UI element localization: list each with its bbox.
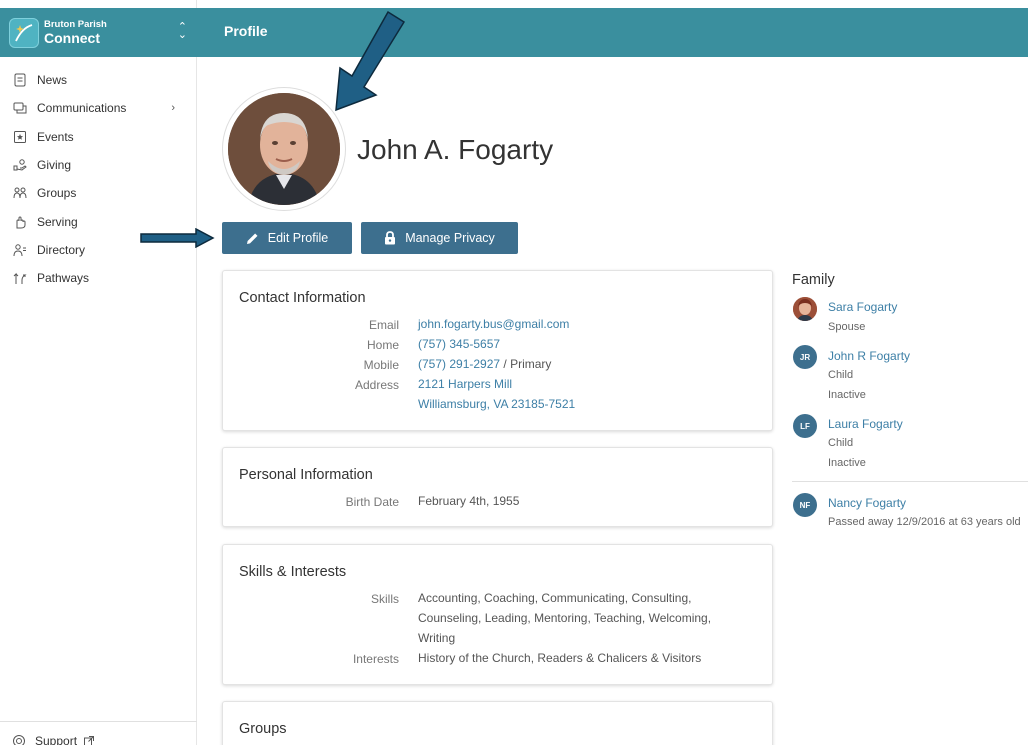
- family-member-status: Inactive: [828, 389, 866, 401]
- serving-icon: [12, 214, 28, 230]
- mobile-phone-row: (757) 291-2927 / Primary: [418, 354, 738, 374]
- sidebar-item-groups[interactable]: Groups: [0, 179, 197, 207]
- family-member-name[interactable]: John R Fogarty: [828, 349, 910, 363]
- home-phone-label: Home: [366, 338, 399, 352]
- family-member-name[interactable]: Sara Fogarty: [828, 300, 897, 314]
- family-title: Family: [792, 272, 835, 288]
- support-label: Support: [35, 734, 78, 745]
- lock-icon: [384, 231, 396, 245]
- sidebar: Bruton Parish Connect ⌃ ⌄ News Communicat…: [0, 0, 197, 745]
- sidebar-item-pathways[interactable]: Pathways: [0, 264, 197, 292]
- annotation-arrow-edit: [140, 228, 215, 248]
- email-link[interactable]: john.fogarty.bus@gmail.com: [418, 314, 569, 334]
- sidebar-item-label: Events: [37, 129, 74, 144]
- giving-icon: [12, 157, 28, 173]
- pencil-icon: [246, 232, 259, 245]
- family-member-name[interactable]: Nancy Fogarty: [828, 496, 906, 510]
- pathways-icon: [12, 270, 28, 286]
- family-avatar: LF: [793, 414, 817, 438]
- mobile-primary-text: / Primary: [500, 357, 552, 371]
- manage-privacy-label: Manage Privacy: [405, 231, 495, 245]
- news-icon: [12, 72, 28, 88]
- chevron-updown-icon[interactable]: ⌃ ⌄: [178, 22, 187, 41]
- card-title: Groups: [239, 721, 287, 737]
- sidebar-item-giving[interactable]: Giving: [0, 151, 197, 179]
- support-link[interactable]: Support: [12, 734, 95, 745]
- family-member-relation: Child: [828, 437, 854, 449]
- family-member-relation: Child: [828, 369, 854, 381]
- contact-information-card: Contact Information Email john.fogarty.b…: [222, 270, 773, 431]
- address-line1-link[interactable]: 2121 Harpers Mill: [418, 374, 512, 394]
- page-title: Profile: [224, 23, 268, 39]
- sidebar-item-label: Pathways: [37, 271, 90, 286]
- family-avatar: [793, 297, 817, 321]
- sidebar-item-label: Giving: [37, 158, 72, 173]
- edit-profile-label: Edit Profile: [267, 231, 329, 245]
- sidebar-item-label: Communications: [37, 101, 127, 116]
- family-avatar: JR: [793, 345, 817, 369]
- chevron-right-icon: ›: [171, 102, 175, 115]
- interests-label: Interests: [352, 652, 399, 666]
- brand-title: Connect: [44, 30, 100, 47]
- family-member-name[interactable]: Laura Fogarty: [828, 417, 903, 431]
- edit-profile-button[interactable]: Edit Profile: [222, 222, 352, 254]
- support-icon: [12, 734, 26, 745]
- sidebar-item-label: Directory: [37, 242, 86, 257]
- family-member-relation: Spouse: [828, 321, 866, 333]
- sidebar-divider: [0, 721, 197, 722]
- events-icon: [12, 129, 28, 145]
- family-member-status: Inactive: [828, 457, 866, 469]
- groups-card: Groups: [222, 701, 773, 745]
- directory-icon: [12, 242, 28, 258]
- sidebar-nav: News Communications › Events Giving Grou…: [0, 66, 197, 292]
- external-link-icon: [84, 736, 95, 745]
- family-divider: [792, 481, 1028, 482]
- sidebar-item-news[interactable]: News: [0, 66, 197, 94]
- sidebar-item-communications[interactable]: Communications ›: [0, 94, 197, 122]
- family-member-relation: Passed away 12/9/2016 at 63 years old: [828, 516, 1021, 528]
- profile-name: John A. Fogarty: [357, 134, 554, 165]
- mobile-phone-link[interactable]: (757) 291-2927: [418, 357, 500, 371]
- home-phone-link[interactable]: (757) 345-5657: [418, 334, 500, 354]
- sidebar-item-events[interactable]: Events: [0, 123, 197, 151]
- birth-date-value: February 4th, 1955: [418, 494, 520, 508]
- skills-value: Accounting, Coaching, Communicating, Con…: [418, 591, 712, 645]
- sidebar-item-label: Serving: [37, 214, 78, 229]
- card-title: Personal Information: [239, 467, 373, 483]
- manage-privacy-button[interactable]: Manage Privacy: [361, 222, 518, 254]
- sidebar-item-label: Groups: [37, 186, 77, 201]
- mobile-phone-label: Mobile: [363, 358, 399, 372]
- groups-icon: [12, 185, 28, 201]
- card-title: Skills & Interests: [239, 564, 347, 580]
- sidebar-item-label: News: [37, 73, 68, 88]
- email-label: Email: [368, 318, 399, 332]
- brand-logo: [9, 17, 39, 48]
- brand-switcher[interactable]: Bruton Parish Connect ⌃ ⌄: [0, 8, 197, 57]
- personal-information-card: Personal Information Birth Date February…: [222, 447, 773, 527]
- family-avatar: NF: [793, 493, 817, 517]
- skills-label: Skills: [370, 592, 399, 606]
- card-title: Contact Information: [239, 290, 366, 306]
- communications-icon: [12, 100, 28, 116]
- address-line2-link[interactable]: Williamsburg, VA 23185-7521: [418, 394, 575, 414]
- birth-date-label: Birth Date: [345, 495, 399, 509]
- brand-subtitle: Bruton Parish: [44, 18, 107, 30]
- address-label: Address: [354, 378, 399, 392]
- interests-value: History of the Church, Readers & Chalice…: [418, 651, 702, 665]
- annotation-arrow-avatar: [335, 10, 406, 112]
- skills-interests-card: Skills & Interests Skills Accounting, Co…: [222, 544, 773, 685]
